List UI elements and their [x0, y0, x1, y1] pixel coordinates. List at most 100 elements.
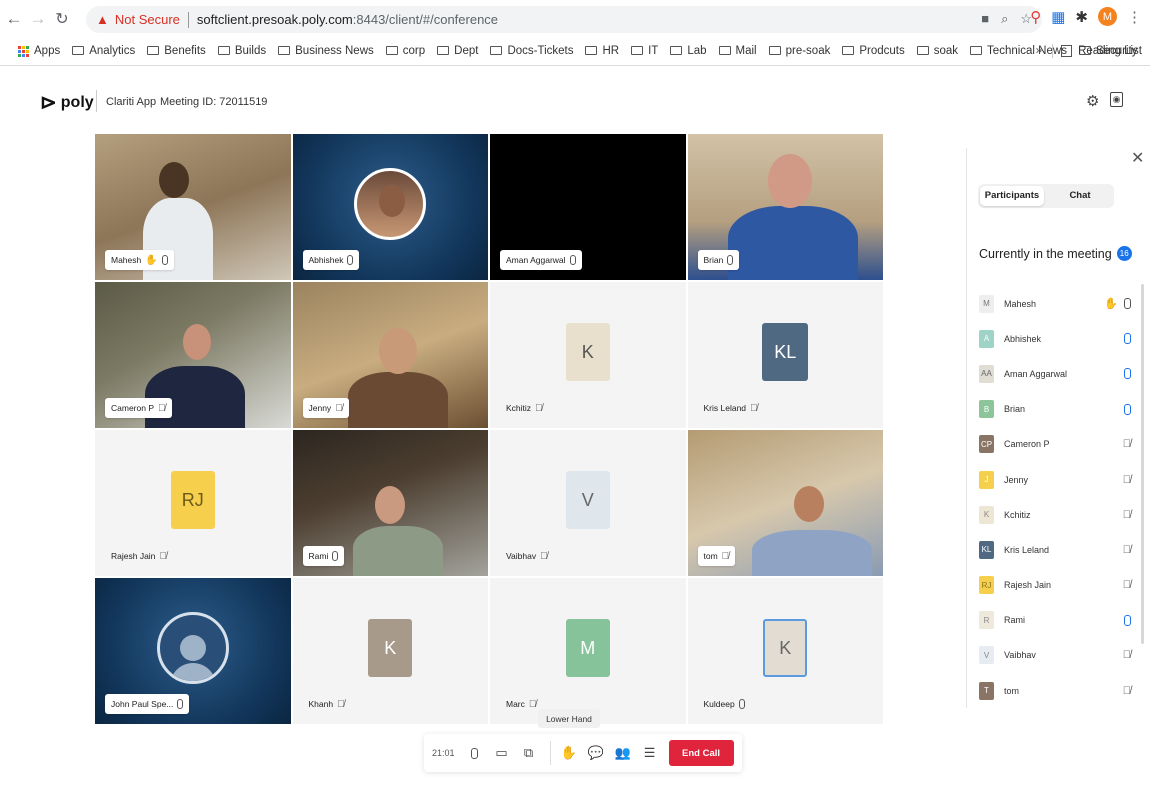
mic-icon [1124, 298, 1131, 310]
participant-row[interactable]: V Vaibhav 🎙̸ [979, 638, 1139, 673]
bookmark-label: IT [648, 45, 659, 57]
participant-head [378, 328, 417, 374]
video-tile[interactable]: M Marc 🎙̸ [490, 578, 686, 724]
video-tile[interactable]: K Kchitiz 🎙̸ [490, 282, 686, 428]
mic-active-icon [1124, 333, 1131, 345]
video-tile[interactable]: Rami [292, 430, 488, 576]
poly-logo: ⊳ poly [40, 90, 94, 115]
participant-row[interactable]: A Abhishek [979, 321, 1139, 356]
video-tile[interactable]: Aman Aggarwal [490, 134, 686, 280]
bookmark-folder[interactable]: HR [585, 45, 619, 57]
back-arrow-icon[interactable]: ← [4, 9, 24, 29]
share-screen-icon[interactable]: ⧉ [517, 742, 541, 764]
bookmark-label: Lab [687, 45, 707, 57]
participants-scrollbar[interactable] [1141, 284, 1144, 644]
chat-icon[interactable]: 💬 [584, 742, 608, 764]
name-tag: Brian [697, 250, 740, 270]
bookmark-folder[interactable]: soak [916, 45, 958, 57]
participant-head [767, 154, 812, 208]
bookmark-folder[interactable]: Business News [278, 45, 374, 57]
video-grid: Mahesh ✋ Abhishek Aman Aggarwal Brian Ca… [95, 134, 883, 724]
video-tile[interactable]: KL Kris Leland 🎙̸ [687, 282, 883, 428]
mic-button[interactable] [463, 742, 487, 764]
reading-list-button[interactable]: Reading List [1078, 45, 1142, 57]
address-bar[interactable]: ▲ Not Secure softclient.presoak.poly.com… [86, 6, 1042, 33]
layout-user-icon[interactable]: ◉ [1110, 92, 1123, 107]
end-call-button[interactable]: End Call [668, 740, 734, 766]
camera-blocked-icon[interactable]: ■ [981, 11, 989, 27]
mic-muted-icon: 🎙̸ [335, 402, 343, 414]
participant-name: John Paul Spe... [111, 699, 174, 709]
bookmark-folder[interactable]: IT [631, 45, 658, 57]
mic-muted-icon: 🎙̸ [1122, 684, 1131, 697]
video-tile[interactable]: tom 🎙̸ [687, 430, 883, 576]
profile-avatar[interactable]: M [1098, 7, 1117, 26]
video-tile[interactable]: V Vaibhav 🎙̸ [490, 430, 686, 576]
participant-avatar: CP [979, 435, 994, 454]
bookmark-folder[interactable]: Mail [718, 45, 757, 57]
participants-icon[interactable]: 👥 [611, 742, 635, 764]
participant-row[interactable]: T tom 🎙̸ [979, 673, 1139, 708]
settings-gear-icon[interactable]: ⚙ [1086, 92, 1099, 110]
participant-row[interactable]: K Kchitiz 🎙̸ [979, 497, 1139, 532]
participant-row[interactable]: CP Cameron P 🎙̸ [979, 427, 1139, 462]
video-tile[interactable]: K Kuldeep [687, 578, 883, 724]
bookmark-folder[interactable]: corp [385, 45, 425, 57]
video-tile[interactable]: K Khanh 🎙̸ [292, 578, 488, 724]
bookmark-folder[interactable]: Builds [217, 45, 266, 57]
bookmarks-overflow-button[interactable]: » [1036, 45, 1042, 57]
close-icon[interactable]: ✕ [1131, 148, 1144, 168]
extensions-puzzle-icon[interactable]: ✱ [1075, 8, 1088, 26]
folder-icon [842, 45, 855, 55]
video-tile[interactable]: Mahesh ✋ [95, 134, 291, 280]
bookmark-folder[interactable]: Analytics [72, 45, 135, 57]
name-tag: Rami [302, 546, 345, 566]
folder-icon [147, 45, 160, 55]
zoom-icon[interactable]: ⌕ [1001, 11, 1008, 27]
participant-row[interactable]: M Mahesh ✋ [979, 286, 1139, 321]
folder-icon [490, 45, 503, 55]
participant-row[interactable]: AA Aman Aggarwal [979, 356, 1139, 391]
camera-icon[interactable]: ▭ [490, 742, 514, 764]
forward-arrow-icon[interactable]: → [28, 9, 48, 29]
name-tag: Aman Aggarwal [500, 250, 582, 270]
bookmark-folder[interactable]: Lab [670, 45, 707, 57]
bookmark-folder[interactable]: Benefits [147, 45, 206, 57]
video-tile[interactable]: RJ Rajesh Jain 🎙̸ [95, 430, 291, 576]
bookmark-folder[interactable]: Dept [437, 45, 478, 57]
participant-name: Abhishek [1004, 333, 1042, 344]
mic-icon [569, 255, 576, 265]
participant-name: Kris Leland [1004, 544, 1050, 555]
participant-row[interactable]: B Brian [979, 392, 1139, 427]
bookmark-folder[interactable]: pre-soak [768, 45, 830, 57]
participant-row[interactable]: J Jenny 🎙̸ [979, 462, 1139, 497]
bookmark-folder[interactable]: Prodcuts [842, 45, 905, 57]
tab-chat[interactable]: Chat [1048, 186, 1112, 206]
participant-name: Vaibhav [506, 551, 537, 561]
video-tile[interactable]: Jenny 🎙̸ [292, 282, 488, 428]
participant-avatar: A [979, 329, 994, 348]
bookmark-folder[interactable]: Docs-Tickets [490, 45, 573, 57]
more-options-icon[interactable]: ☰ [638, 742, 662, 764]
default-avatar-icon [156, 612, 229, 685]
participant-row[interactable]: RJ Rajesh Jain 🎙̸ [979, 568, 1139, 603]
video-tile[interactable]: Brian [687, 134, 883, 280]
reload-icon[interactable]: ↻ [52, 9, 72, 29]
participant-row[interactable]: KL Kris Leland 🎙̸ [979, 532, 1139, 567]
video-tile[interactable]: Cameron P 🎙̸ [95, 282, 291, 428]
folder-icon [670, 45, 683, 55]
extension-pin-icon[interactable]: ⚲ [1030, 8, 1041, 26]
video-tile[interactable]: John Paul Spe... [95, 578, 291, 724]
mic-muted-icon: 🎙̸ [1122, 438, 1131, 451]
tab-participants[interactable]: Participants [980, 186, 1044, 206]
participant-row[interactable]: R Rami [979, 603, 1139, 638]
browser-menu-icon[interactable]: ⋮ [1127, 8, 1142, 26]
name-tag: Kris Leland 🎙̸ [698, 398, 764, 418]
participant-head [159, 162, 189, 198]
video-tile[interactable]: Abhishek [292, 134, 488, 280]
extension-grid-icon[interactable]: ▦ [1051, 8, 1065, 26]
warning-icon: ▲ [96, 12, 109, 27]
raise-hand-icon[interactable]: ✋ [557, 742, 581, 764]
mic-muted-icon: 🎙̸ [337, 698, 345, 710]
bookmark-apps[interactable]: Apps [18, 45, 60, 57]
